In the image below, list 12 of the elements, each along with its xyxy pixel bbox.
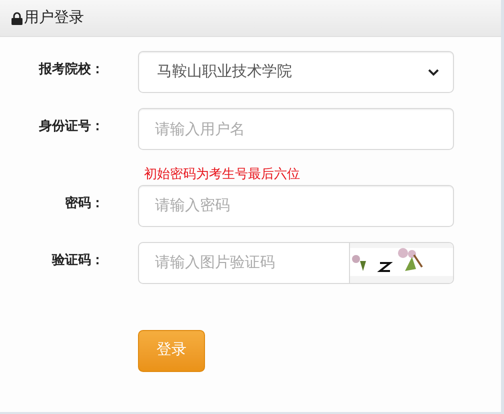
- lock-icon: [11, 12, 23, 24]
- password-field[interactable]: 请输入密码: [138, 184, 454, 226]
- field-label: 身份证号：: [39, 117, 104, 135]
- field-label: 验证码：: [52, 250, 104, 268]
- captcha-field[interactable]: 请输入图片验证码: [138, 242, 349, 284]
- id-number-field[interactable]: 请输入用户名: [138, 108, 454, 150]
- school-select[interactable]: 马鞍山职业技术学院: [138, 51, 454, 93]
- field-label: 密码：: [65, 194, 104, 212]
- chevron-down-icon: [428, 68, 439, 76]
- field-label: 报考院校：: [39, 60, 104, 78]
- header-title: 用户登录: [24, 8, 84, 28]
- password-hint: 初始密码为考生号最后六位: [144, 165, 300, 183]
